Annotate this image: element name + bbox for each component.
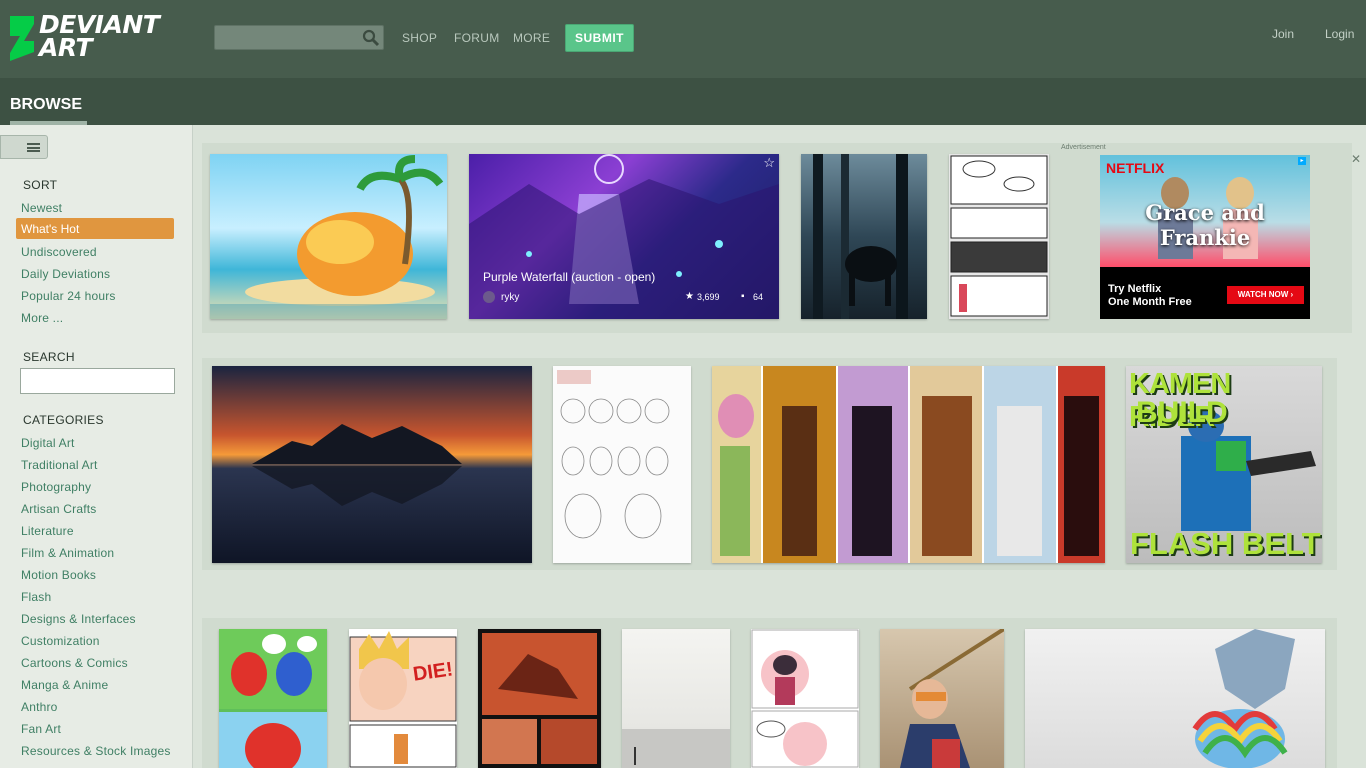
category-artisan-crafts[interactable]: Artisan Crafts xyxy=(21,502,97,516)
nav-forum[interactable]: FORUM xyxy=(454,31,500,45)
sort-popular-24-hours[interactable]: Popular 24 hours xyxy=(21,289,116,303)
rainbow-pony-image xyxy=(1192,629,1295,768)
category-film-animation[interactable]: Film & Animation xyxy=(21,546,114,560)
sidebar-search-input[interactable] xyxy=(20,368,175,394)
category-designs-interfaces[interactable]: Designs & Interfaces xyxy=(21,612,136,626)
favorite-star-icon[interactable]: ☆ xyxy=(763,155,775,171)
ad-brand: NETFLIX xyxy=(1106,160,1165,176)
comic-page-image xyxy=(950,155,1048,317)
netflix-advertisement[interactable]: NETFLIX ▸ Grace and Frankie Try Netflix … xyxy=(1100,155,1310,319)
category-traditional-art[interactable]: Traditional Art xyxy=(21,458,98,472)
category-fan-art[interactable]: Fan Art xyxy=(21,722,61,736)
search-heading: SEARCH xyxy=(23,350,75,364)
thumbnail-batgirl-comic[interactable] xyxy=(751,629,859,768)
thumbnail-purple-waterfall[interactable]: ☆ Purple Waterfall (auction - open) ryky… xyxy=(469,154,779,319)
ad-cta: Try Netflix One Month Free xyxy=(1108,283,1192,309)
category-motion-books[interactable]: Motion Books xyxy=(21,568,96,582)
category-manga-anime[interactable]: Manga & Anime xyxy=(21,678,108,692)
batgirl-comic-image xyxy=(751,629,859,768)
deviantart-logo-icon xyxy=(10,16,34,61)
featured-title[interactable]: Purple Waterfall (auction - open) xyxy=(483,270,655,284)
kamen-rider-text-2: BUILD xyxy=(1136,396,1228,429)
tracer-cosplay-image xyxy=(900,629,1004,768)
adchoices-icon[interactable]: ▸ xyxy=(1298,157,1306,165)
category-literature[interactable]: Literature xyxy=(21,524,74,538)
ad-cta-line-1: Try Netflix xyxy=(1108,283,1162,295)
hamburger-icon xyxy=(27,143,40,152)
logo-line-2: ART xyxy=(39,33,93,62)
deviantart-logo[interactable]: DEVIANT ART xyxy=(6,12,186,63)
comment-icon: ▪ xyxy=(741,291,745,302)
sort-newest[interactable]: Newest xyxy=(21,201,62,215)
browse-bar xyxy=(0,78,1366,125)
peach-whale-image xyxy=(210,155,447,319)
red-wolf-image xyxy=(482,633,597,764)
submit-button[interactable]: SUBMIT xyxy=(565,24,634,52)
logo-wordmark: DEVIANT ART xyxy=(39,12,160,62)
thumbnail-peach-whale[interactable] xyxy=(210,154,447,319)
category-cartoons-comics[interactable]: Cartoons & Comics xyxy=(21,656,128,670)
ad-cta-line-2: One Month Free xyxy=(1108,296,1192,308)
featured-favorites-count: 3,699 xyxy=(697,292,720,302)
advertisement-label: Advertisement xyxy=(1061,144,1106,151)
categories-heading: CATEGORIES xyxy=(23,413,104,427)
featured-username[interactable]: ryky xyxy=(501,292,519,303)
thumbnail-red-wolf-comic[interactable] xyxy=(478,629,601,768)
sort-more[interactable]: More ... xyxy=(21,311,63,325)
featured-comment-count: 64 xyxy=(753,292,764,302)
thumbnail-misty-figure[interactable] xyxy=(622,629,730,768)
thumbnail-valar-panels[interactable] xyxy=(712,366,1105,563)
mountain-sunset-image xyxy=(252,424,462,506)
category-photography[interactable]: Photography xyxy=(21,480,91,494)
misty-figure-image xyxy=(622,729,730,768)
sort-whats-hot[interactable]: What's Hot xyxy=(16,218,174,239)
login-link[interactable]: Login xyxy=(1325,27,1354,41)
sort-undiscovered[interactable]: Undiscovered xyxy=(21,245,97,259)
join-link[interactable]: Join xyxy=(1272,27,1294,41)
nav-more[interactable]: MORE xyxy=(513,31,550,45)
category-resources-stock-images[interactable]: Resources & Stock Images xyxy=(21,744,171,758)
search-input[interactable] xyxy=(214,25,384,50)
ad-watch-now-button[interactable]: WATCH NOW › xyxy=(1227,286,1304,304)
thumbnail-dark-forest[interactable] xyxy=(801,154,927,319)
category-digital-art[interactable]: Digital Art xyxy=(21,436,75,450)
sidebar-toggle-button[interactable] xyxy=(0,135,48,159)
thumbnail-rainbow-pony[interactable] xyxy=(1025,629,1325,768)
drawing-tutorial-image xyxy=(557,370,670,539)
dark-forest-image xyxy=(813,154,908,319)
thumbnail-bakugo-die[interactable]: DIE! xyxy=(349,629,457,768)
ad-show-title: Grace and Frankie xyxy=(1145,200,1265,250)
thumbnail-mountain-sunset[interactable] xyxy=(212,366,532,563)
nav-shop[interactable]: SHOP xyxy=(402,31,437,45)
search-icon[interactable] xyxy=(362,29,380,47)
valar-panels-image xyxy=(712,366,1105,563)
sort-heading: SORT xyxy=(23,178,58,192)
featured-avatar[interactable] xyxy=(483,291,495,303)
category-anthro[interactable]: Anthro xyxy=(21,700,58,714)
thumbnail-comic-page[interactable] xyxy=(949,154,1049,319)
thumbnail-tracer-cosplay[interactable] xyxy=(880,629,1004,768)
category-flash[interactable]: Flash xyxy=(21,590,51,604)
bakugo-image xyxy=(349,631,457,768)
sort-daily-deviations[interactable]: Daily Deviations xyxy=(21,267,110,281)
favorites-star-icon: ★ xyxy=(685,291,694,302)
top-header xyxy=(0,0,1366,78)
ad-close-icon[interactable]: ✕ xyxy=(1351,152,1361,166)
knuckles-comic-image xyxy=(219,629,327,768)
browse-tab[interactable]: BROWSE xyxy=(10,96,82,114)
thumbnail-kamen-rider[interactable]: KAMEN RIDER BUILD FLASH BELT xyxy=(1126,366,1322,563)
sort-whats-hot-label: What's Hot xyxy=(21,222,80,236)
category-customization[interactable]: Customization xyxy=(21,634,100,648)
thumbnail-knuckles-comic[interactable] xyxy=(219,629,327,768)
kamen-rider-text-3: FLASH BELT xyxy=(1130,526,1321,561)
thumbnail-drawing-tutorial[interactable] xyxy=(553,366,691,563)
